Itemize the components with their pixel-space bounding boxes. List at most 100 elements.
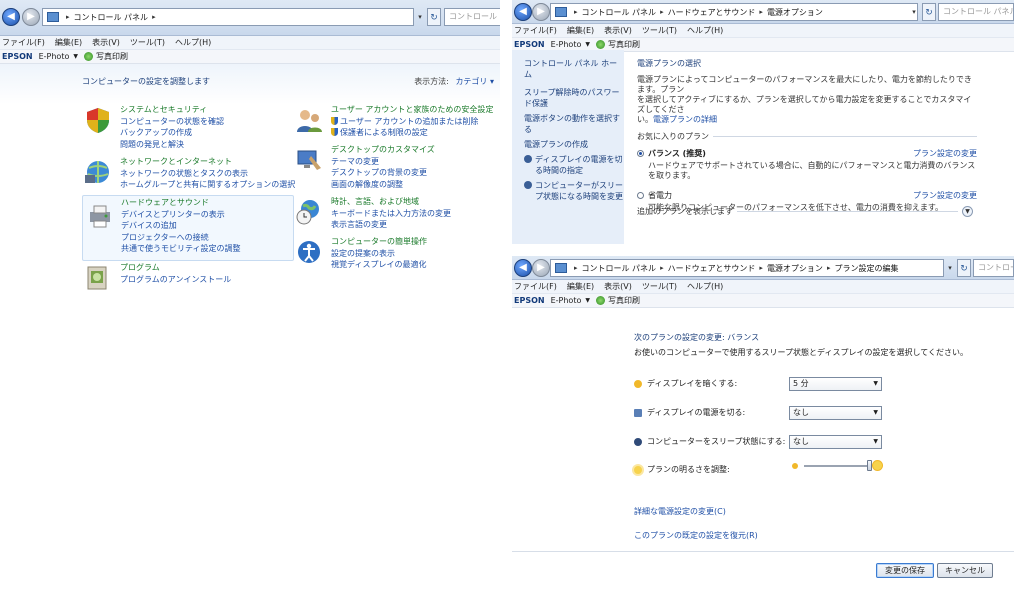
change-plan-settings-link[interactable]: プラン設定の変更 [913, 190, 977, 201]
category-link[interactable]: 表示言語の変更 [331, 219, 500, 231]
breadcrumb-item[interactable]: コントロール パネル [74, 12, 149, 23]
breadcrumb-item[interactable]: コントロール パネル [582, 7, 657, 18]
category-link[interactable]: プロジェクターへの接続 [121, 232, 321, 244]
menu-view[interactable]: 表示(V) [604, 25, 632, 36]
view-by-dropdown[interactable]: カテゴリ ▾ [455, 77, 494, 86]
menu-view[interactable]: 表示(V) [604, 281, 632, 292]
category-link[interactable]: ホームグループと共有に関するオプションの選択 [120, 179, 320, 191]
dropdown-arrow-icon[interactable]: ▼ [585, 41, 590, 48]
category-title[interactable]: システムとセキュリティ [120, 104, 320, 116]
show-additional-plans[interactable]: 追加のプランを表示します ▼ [637, 206, 973, 217]
display-off-select[interactable]: なし ▼ [789, 406, 882, 420]
category-title[interactable]: ネットワークとインターネット [120, 156, 320, 168]
category-link[interactable]: 共通で使うモビリティ設定の調整 [121, 243, 321, 255]
photo-print-button[interactable]: 写真印刷 [96, 51, 128, 62]
dropdown-arrow-icon[interactable]: ▼ [73, 53, 78, 60]
refresh-icon[interactable]: ↻ [922, 3, 936, 21]
category-link[interactable]: 視覚ディスプレイの最適化 [331, 259, 500, 271]
ephoto-button[interactable]: E-Photo [551, 40, 582, 49]
category-link[interactable]: 問題の発見と解決 [120, 139, 320, 151]
menu-edit[interactable]: 編集(E) [567, 25, 594, 36]
address-dropdown[interactable]: ▾ [944, 259, 956, 277]
back-button[interactable]: ◀ [514, 259, 532, 277]
sidebar-item-display-off[interactable]: ディスプレイの電源を切る時間の指定 [524, 154, 624, 176]
chevron-down-icon[interactable]: ▼ [962, 206, 973, 217]
category-title[interactable]: コンピューターの簡単操作 [331, 236, 500, 248]
category-link[interactable]: デバイスの追加 [121, 220, 321, 232]
address-dropdown[interactable]: ▾ [414, 8, 426, 26]
category-title[interactable]: ユーザー アカウントと家族のための安全設定 [331, 104, 500, 116]
category-link[interactable]: 設定の提案の表示 [331, 248, 500, 260]
category-title[interactable]: 時計、言語、および地域 [331, 196, 500, 208]
category-link[interactable]: コンピューターの状態を確認 [120, 116, 320, 128]
breadcrumb-item[interactable]: プラン設定の編集 [834, 263, 898, 274]
change-plan-settings-link[interactable]: プラン設定の変更 [913, 148, 977, 159]
menu-file[interactable]: ファイル(F) [2, 37, 45, 48]
breadcrumb-item[interactable]: コントロール パネル [582, 263, 657, 274]
dim-display-select[interactable]: 5 分 ▼ [789, 377, 882, 391]
menu-tools[interactable]: ツール(T) [130, 37, 165, 48]
sleep-select[interactable]: なし ▼ [789, 435, 882, 449]
refresh-icon[interactable]: ↻ [427, 8, 441, 26]
chevron-right-icon[interactable]: ▸ [660, 264, 664, 272]
category-link[interactable]: ユーザー アカウントの追加または削除 [340, 117, 478, 126]
chevron-right-icon[interactable]: ▸ [827, 264, 831, 272]
menu-edit[interactable]: 編集(E) [567, 281, 594, 292]
sidebar-item-sleep[interactable]: コンピューターがスリープ状態になる時間を変更 [524, 180, 624, 202]
category-link[interactable]: キーボードまたは入力方法の変更 [331, 208, 500, 220]
breadcrumb-item[interactable]: ハードウェアとサウンド [668, 263, 756, 274]
photo-print-button[interactable]: 写真印刷 [608, 295, 640, 306]
category-link[interactable]: デスクトップの背景の変更 [331, 167, 500, 179]
chevron-right-icon[interactable]: ▸ [759, 8, 763, 16]
category-title[interactable]: デスクトップのカスタマイズ [331, 144, 500, 156]
category-link[interactable]: 画面の解像度の調整 [331, 179, 500, 191]
back-button[interactable]: ◀ [514, 3, 532, 21]
plan-radio[interactable] [637, 150, 644, 157]
chevron-right-icon[interactable]: ▸ [660, 8, 664, 16]
plan-name[interactable]: バランス (推奨) [648, 149, 706, 158]
menu-tools[interactable]: ツール(T) [642, 281, 677, 292]
breadcrumb-item[interactable]: 電源オプション [767, 7, 823, 18]
dropdown-arrow-icon[interactable]: ▼ [585, 297, 590, 304]
plan-name[interactable]: 省電力 [648, 191, 672, 200]
menu-file[interactable]: ファイル(F) [514, 25, 557, 36]
menu-file[interactable]: ファイル(F) [514, 281, 557, 292]
search-input[interactable]: コントロール パ [444, 8, 500, 26]
category-link[interactable]: ネットワークの状態とタスクの表示 [120, 168, 320, 180]
menu-tools[interactable]: ツール(T) [642, 25, 677, 36]
category-link[interactable]: 保護者による制限の設定 [340, 128, 428, 137]
menu-help[interactable]: ヘルプ(H) [687, 25, 723, 36]
category-title[interactable]: ハードウェアとサウンド [121, 197, 321, 209]
forward-button[interactable]: ▶ [532, 3, 550, 21]
breadcrumb-item[interactable]: 電源オプション [767, 263, 823, 274]
forward-button[interactable]: ▶ [22, 8, 40, 26]
advanced-power-settings-link[interactable]: 詳細な電源設定の変更(C) [634, 506, 758, 517]
address-dropdown[interactable]: ▾ [908, 3, 920, 21]
menu-help[interactable]: ヘルプ(H) [175, 37, 211, 48]
back-button[interactable]: ◀ [2, 8, 20, 26]
refresh-icon[interactable]: ↻ [957, 259, 971, 277]
sidebar-item-password[interactable]: スリープ解除時のパスワード保護 [524, 87, 624, 109]
menu-help[interactable]: ヘルプ(H) [687, 281, 723, 292]
category-link[interactable]: バックアップの作成 [120, 127, 320, 139]
cancel-button[interactable]: キャンセル [937, 563, 993, 578]
category-link[interactable]: プログラムのアンインストール [120, 274, 320, 286]
address-input[interactable]: ▸ コントロール パネル ▸ ハードウェアとサウンド ▸ 電源オプション [550, 3, 918, 21]
sidebar-home-link[interactable]: コントロール パネル ホーム [524, 58, 624, 80]
ephoto-button[interactable]: E-Photo [39, 52, 70, 61]
sidebar-item-create-plan[interactable]: 電源プランの作成 [524, 139, 624, 150]
address-input[interactable]: ▸ コントロール パネル ▸ [42, 8, 414, 26]
sidebar-item-power-button[interactable]: 電源ボタンの動作を選択する [524, 113, 624, 135]
address-input[interactable]: ▸ コントロール パネル ▸ ハードウェアとサウンド ▸ 電源オプション ▸ プ… [550, 259, 944, 277]
restore-defaults-link[interactable]: このプランの既定の設定を復元(R) [634, 530, 758, 541]
slider-thumb[interactable] [867, 460, 872, 471]
chevron-right-icon[interactable]: ▸ [152, 13, 156, 21]
ephoto-button[interactable]: E-Photo [551, 296, 582, 305]
breadcrumb-item[interactable]: ハードウェアとサウンド [668, 7, 756, 18]
category-link[interactable]: テーマの変更 [331, 156, 500, 168]
search-input[interactable]: コントロール パネルの [938, 3, 1014, 21]
save-changes-button[interactable]: 変更の保存 [876, 563, 934, 578]
category-link[interactable]: デバイスとプリンターの表示 [121, 209, 321, 221]
chevron-right-icon[interactable]: ▸ [759, 264, 763, 272]
plan-radio[interactable] [637, 192, 644, 199]
